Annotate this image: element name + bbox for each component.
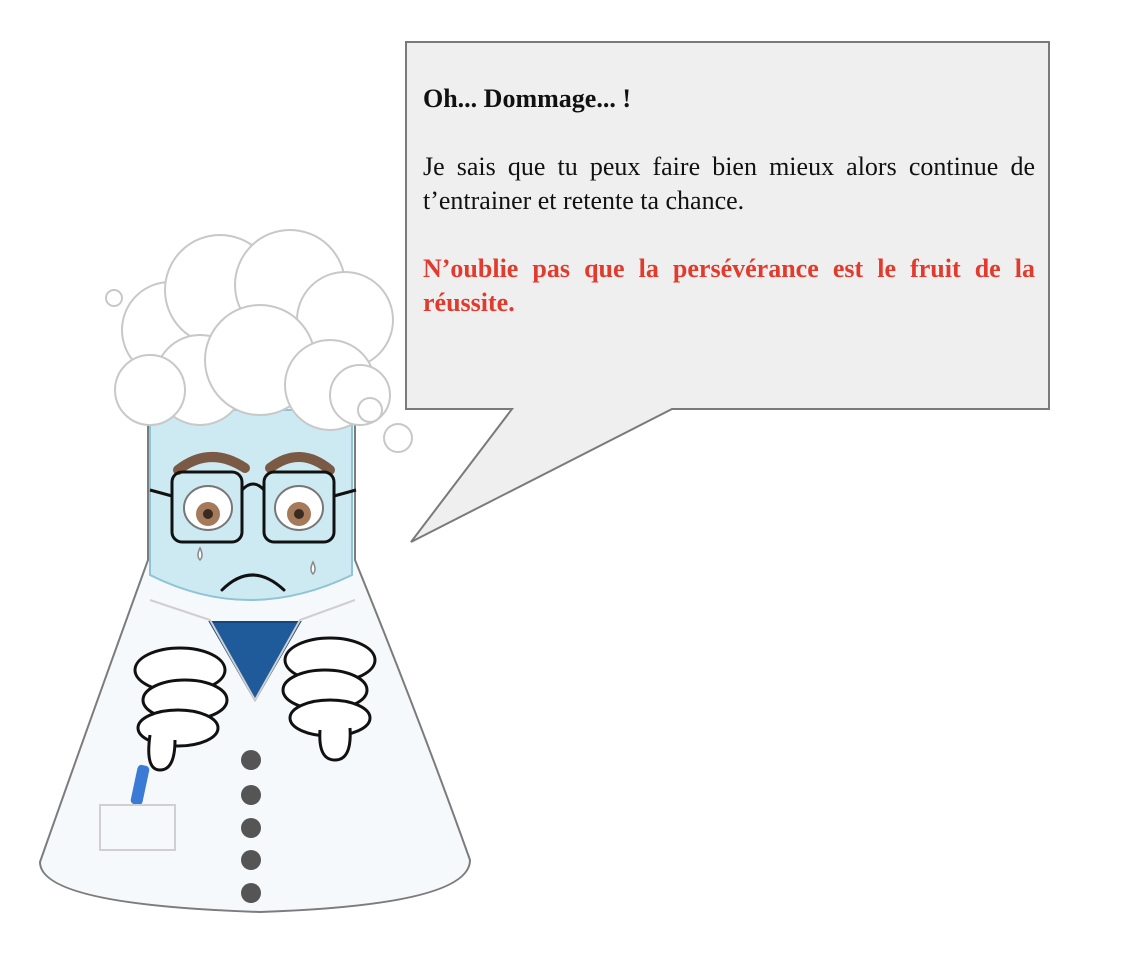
left-tear — [197, 546, 203, 562]
right-tear — [310, 560, 316, 576]
speech-bubble-text: Oh... Dommage... ! Je sais que tu peux f… — [423, 82, 1035, 320]
bubble-title: Oh... Dommage... ! — [423, 84, 631, 113]
scene: Oh... Dommage... ! Je sais que tu peux f… — [0, 0, 1122, 968]
bubble-motto: N’oublie pas que la persévérance est le … — [423, 254, 1035, 317]
bubble-message: Je sais que tu peux faire bien mieux alo… — [423, 152, 1035, 215]
